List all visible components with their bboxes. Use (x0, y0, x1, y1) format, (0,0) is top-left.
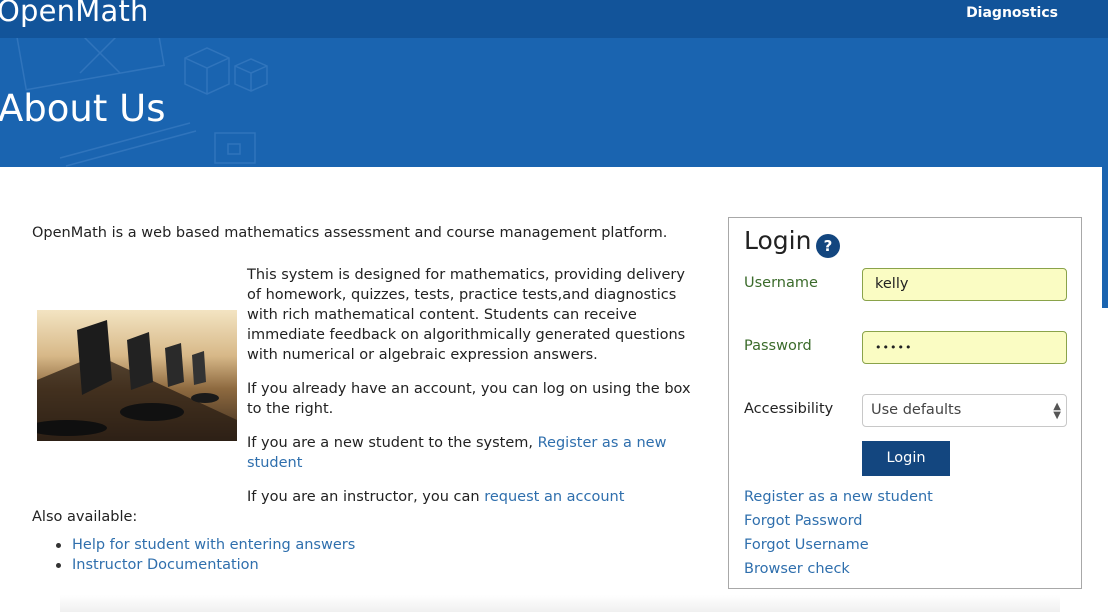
username-field[interactable]: kelly (862, 268, 1067, 301)
page-title: About Us (0, 87, 166, 130)
accessibility-select[interactable]: Use defaults ▲ ▼ (862, 394, 1067, 427)
forgot-password-link[interactable]: Forgot Password (744, 509, 933, 533)
brand-logo[interactable]: OpenMath (0, 0, 149, 28)
intro-text: OpenMath is a web based mathematics asse… (32, 225, 668, 241)
help-icon[interactable]: ? (816, 234, 840, 258)
new-student-text: If you are a new student to the system, (247, 435, 538, 451)
right-edge-strip (1102, 38, 1108, 308)
login-panel: Login ? Username kelly Password ••••• Ac… (728, 217, 1082, 589)
request-account-link[interactable]: request an account (484, 489, 624, 505)
new-student-line: If you are a new student to the system, … (247, 433, 697, 473)
description-block: This system is designed for mathematics,… (247, 265, 697, 521)
footer-shadow (60, 595, 1060, 612)
hero-background-pattern (14, 38, 268, 167)
instructor-line: If you are an instructor, you can reques… (247, 487, 697, 507)
help-entering-answers-link[interactable]: Help for student with entering answers (72, 537, 355, 553)
accessibility-selected-value: Use defaults (871, 402, 962, 418)
login-links: Register as a new student Forgot Passwor… (744, 485, 933, 581)
forgot-username-link[interactable]: Forgot Username (744, 533, 933, 557)
username-label: Username (744, 275, 818, 291)
browser-check-link[interactable]: Browser check (744, 557, 933, 581)
description-text: This system is designed for mathematics,… (247, 267, 686, 363)
existing-account-text: If you already have an account, you can … (247, 381, 691, 417)
top-navbar: OpenMath Diagnostics (0, 0, 1108, 38)
also-available-heading: Also available: (32, 509, 138, 525)
computer-lab-image (37, 310, 237, 441)
login-title: Login (744, 226, 812, 255)
list-item: Help for student with entering answers (54, 535, 355, 555)
register-student-link[interactable]: Register as a new student (744, 485, 933, 509)
also-available-list: Help for student with entering answers I… (54, 535, 355, 575)
instructor-text: If you are an instructor, you can (247, 489, 485, 505)
instructor-documentation-link[interactable]: Instructor Documentation (72, 557, 259, 573)
accessibility-label: Accessibility (744, 401, 834, 417)
hero-banner: About Us (0, 38, 1108, 167)
password-label: Password (744, 338, 812, 354)
password-field[interactable]: ••••• (862, 331, 1067, 364)
login-button[interactable]: Login (862, 441, 950, 476)
select-arrows-icon: ▲ ▼ (1053, 401, 1061, 421)
list-item: Instructor Documentation (54, 555, 355, 575)
nav-diagnostics-link[interactable]: Diagnostics (966, 5, 1058, 21)
